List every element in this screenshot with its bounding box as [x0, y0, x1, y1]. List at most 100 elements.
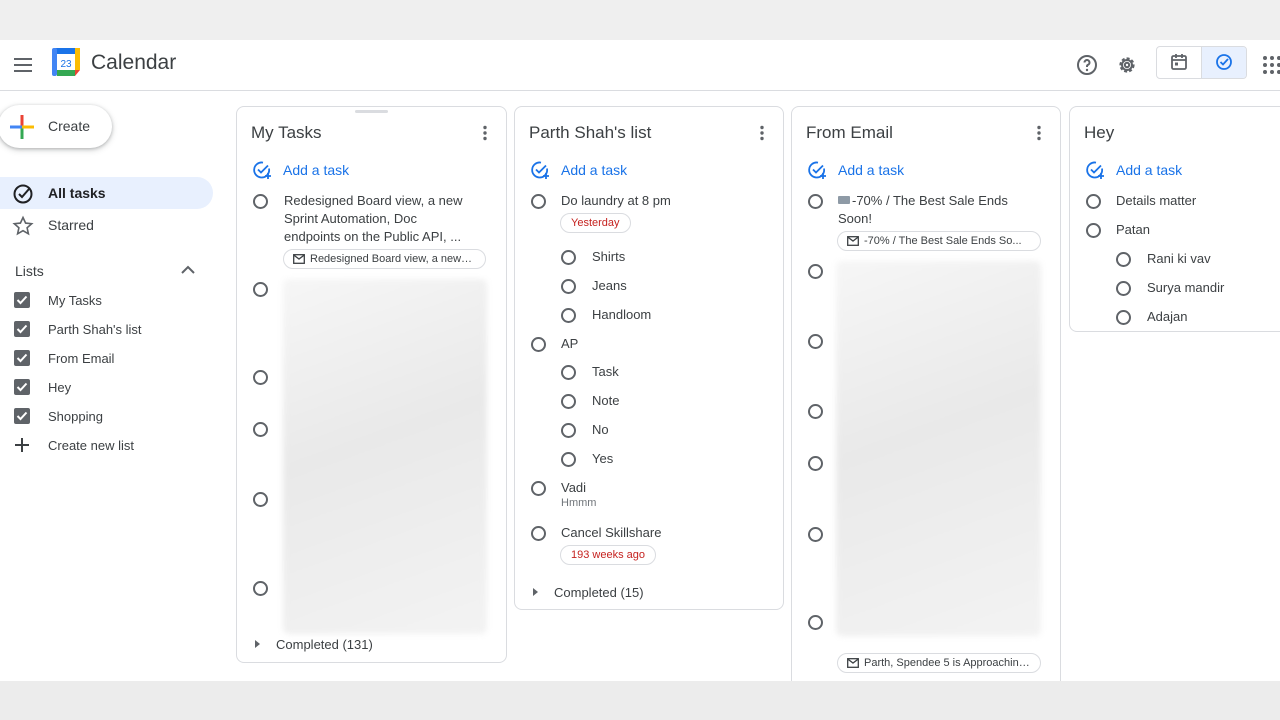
task-title[interactable]: Redesigned Board view, a new Sprint Auto… — [284, 192, 484, 246]
menu-icon[interactable] — [11, 53, 35, 77]
list-checkbox-shopping[interactable]: Shopping — [0, 402, 213, 430]
task-checkbox[interactable] — [808, 334, 823, 349]
subtask-checkbox[interactable] — [1116, 252, 1131, 267]
subtask-checkbox[interactable] — [561, 365, 576, 380]
app-window: 23 Calendar Create All tasks Starred Lis… — [0, 40, 1280, 681]
subtask-title[interactable]: Surya mandir — [1147, 279, 1224, 297]
chip-label: -70% / The Best Sale Ends So... — [864, 235, 1022, 247]
list-label: Shopping — [48, 409, 103, 424]
add-task-icon — [531, 161, 549, 179]
expand-arrow-icon — [255, 640, 260, 648]
nav-all-tasks[interactable]: All tasks — [0, 177, 213, 209]
completed-label: Completed (15) — [554, 585, 644, 600]
task-checkbox[interactable] — [253, 581, 268, 596]
task-checkbox[interactable] — [808, 615, 823, 630]
chevron-up-icon[interactable] — [178, 260, 198, 280]
due-date-chip[interactable]: Yesterday — [560, 213, 631, 233]
list-checkbox-hey[interactable]: Hey — [0, 373, 213, 401]
task-checkbox[interactable] — [808, 456, 823, 471]
subtask-checkbox[interactable] — [1116, 281, 1131, 296]
calendar-view-button[interactable] — [1157, 47, 1201, 78]
add-task-label: Add a task — [838, 162, 905, 178]
subtask-checkbox[interactable] — [561, 394, 576, 409]
completed-toggle[interactable]: Completed (131) — [255, 637, 373, 652]
list-checkbox-from-email[interactable]: From Email — [0, 344, 213, 372]
task-checkbox[interactable] — [808, 404, 823, 419]
subtask-title[interactable]: Note — [592, 392, 619, 410]
list-checkbox-my-tasks[interactable]: My Tasks — [0, 286, 213, 314]
email-link-chip[interactable]: Parth, Spendee 5 is Approaching... — [837, 653, 1041, 673]
subtask-title[interactable]: Jeans — [592, 277, 627, 295]
subtask-checkbox[interactable] — [561, 308, 576, 323]
task-title[interactable]: Do laundry at 8 pm — [561, 192, 671, 210]
subtask-checkbox[interactable] — [561, 452, 576, 467]
subtask-title[interactable]: Task — [592, 363, 619, 381]
help-icon[interactable] — [1075, 53, 1099, 77]
more-vert-icon[interactable] — [1029, 123, 1049, 143]
nav-starred[interactable]: Starred — [0, 209, 213, 241]
apps-grid-icon[interactable] — [1260, 53, 1280, 77]
subtask-title[interactable]: Rani ki vav — [1147, 250, 1211, 268]
checkbox-icon — [14, 350, 30, 366]
more-vert-icon[interactable] — [475, 123, 495, 143]
task-title-line: Redesigned Board view, a new — [284, 193, 463, 208]
task-checkbox[interactable] — [1086, 223, 1101, 238]
task-checkbox[interactable] — [808, 264, 823, 279]
completed-toggle[interactable]: Completed (15) — [533, 585, 644, 600]
create-new-list-button[interactable]: Create new list — [0, 431, 213, 459]
task-title[interactable]: -70% / The Best Sale Ends Soon! — [838, 192, 1038, 228]
top-header: 23 Calendar — [0, 40, 1280, 91]
list-checkbox-parth[interactable]: Parth Shah's list — [0, 315, 213, 343]
subtask-checkbox[interactable] — [561, 250, 576, 265]
blurred-task-content — [836, 261, 1041, 636]
nav-label: Starred — [48, 217, 94, 233]
email-link-chip[interactable]: Redesigned Board view, a new S... — [283, 249, 486, 269]
tasks-view-button[interactable] — [1201, 47, 1246, 78]
calendar-logo: 23 — [51, 47, 81, 77]
task-title[interactable]: Cancel Skillshare — [561, 524, 661, 542]
subtask-checkbox[interactable] — [561, 423, 576, 438]
task-checkbox[interactable] — [253, 370, 268, 385]
column-hey: Hey Add a task Details matter Patan Rani… — [1069, 106, 1280, 332]
subtask-title[interactable]: Yes — [592, 450, 613, 468]
column-title: Hey — [1084, 123, 1115, 142]
task-checkbox[interactable] — [1086, 194, 1101, 209]
subtask-title[interactable]: Shirts — [592, 248, 625, 266]
add-task-label: Add a task — [283, 162, 350, 178]
subtask-checkbox[interactable] — [1116, 310, 1131, 325]
completed-label: Completed (131) — [276, 637, 373, 652]
create-label: Create — [48, 118, 91, 134]
subtask-title[interactable]: Handloom — [592, 306, 651, 324]
due-date-chip[interactable]: 193 weeks ago — [560, 545, 656, 565]
task-checkbox[interactable] — [808, 527, 823, 542]
task-checkbox[interactable] — [531, 194, 546, 209]
create-button[interactable]: Create — [0, 105, 112, 148]
task-checkbox[interactable] — [531, 481, 546, 496]
email-link-chip[interactable]: -70% / The Best Sale Ends So... — [837, 231, 1041, 251]
task-title[interactable]: Vadi — [561, 479, 586, 497]
task-title[interactable]: Details matter — [1116, 192, 1196, 210]
drag-handle[interactable] — [355, 110, 388, 113]
subtask-title[interactable]: Adajan — [1147, 308, 1187, 326]
task-checkbox[interactable] — [253, 422, 268, 437]
task-checkbox[interactable] — [253, 194, 268, 209]
column-title: My Tasks — [251, 123, 322, 142]
task-checkbox[interactable] — [253, 492, 268, 507]
subtask-checkbox[interactable] — [561, 279, 576, 294]
subtask-title[interactable]: No — [592, 421, 609, 439]
list-label: Hey — [48, 380, 72, 395]
more-vert-icon[interactable] — [752, 123, 772, 143]
task-checkbox[interactable] — [531, 526, 546, 541]
task-checkbox[interactable] — [531, 337, 546, 352]
task-title[interactable]: AP — [561, 335, 578, 353]
nav-label: All tasks — [48, 185, 106, 201]
task-checkbox[interactable] — [253, 282, 268, 297]
checkbox-icon — [14, 408, 30, 424]
add-task-label: Add a task — [1116, 162, 1183, 178]
expand-arrow-icon — [533, 588, 538, 596]
settings-icon[interactable] — [1115, 53, 1139, 77]
mail-icon — [293, 254, 305, 264]
bottom-bar — [0, 681, 1280, 720]
task-checkbox[interactable] — [808, 194, 823, 209]
task-title[interactable]: Patan — [1116, 221, 1150, 239]
